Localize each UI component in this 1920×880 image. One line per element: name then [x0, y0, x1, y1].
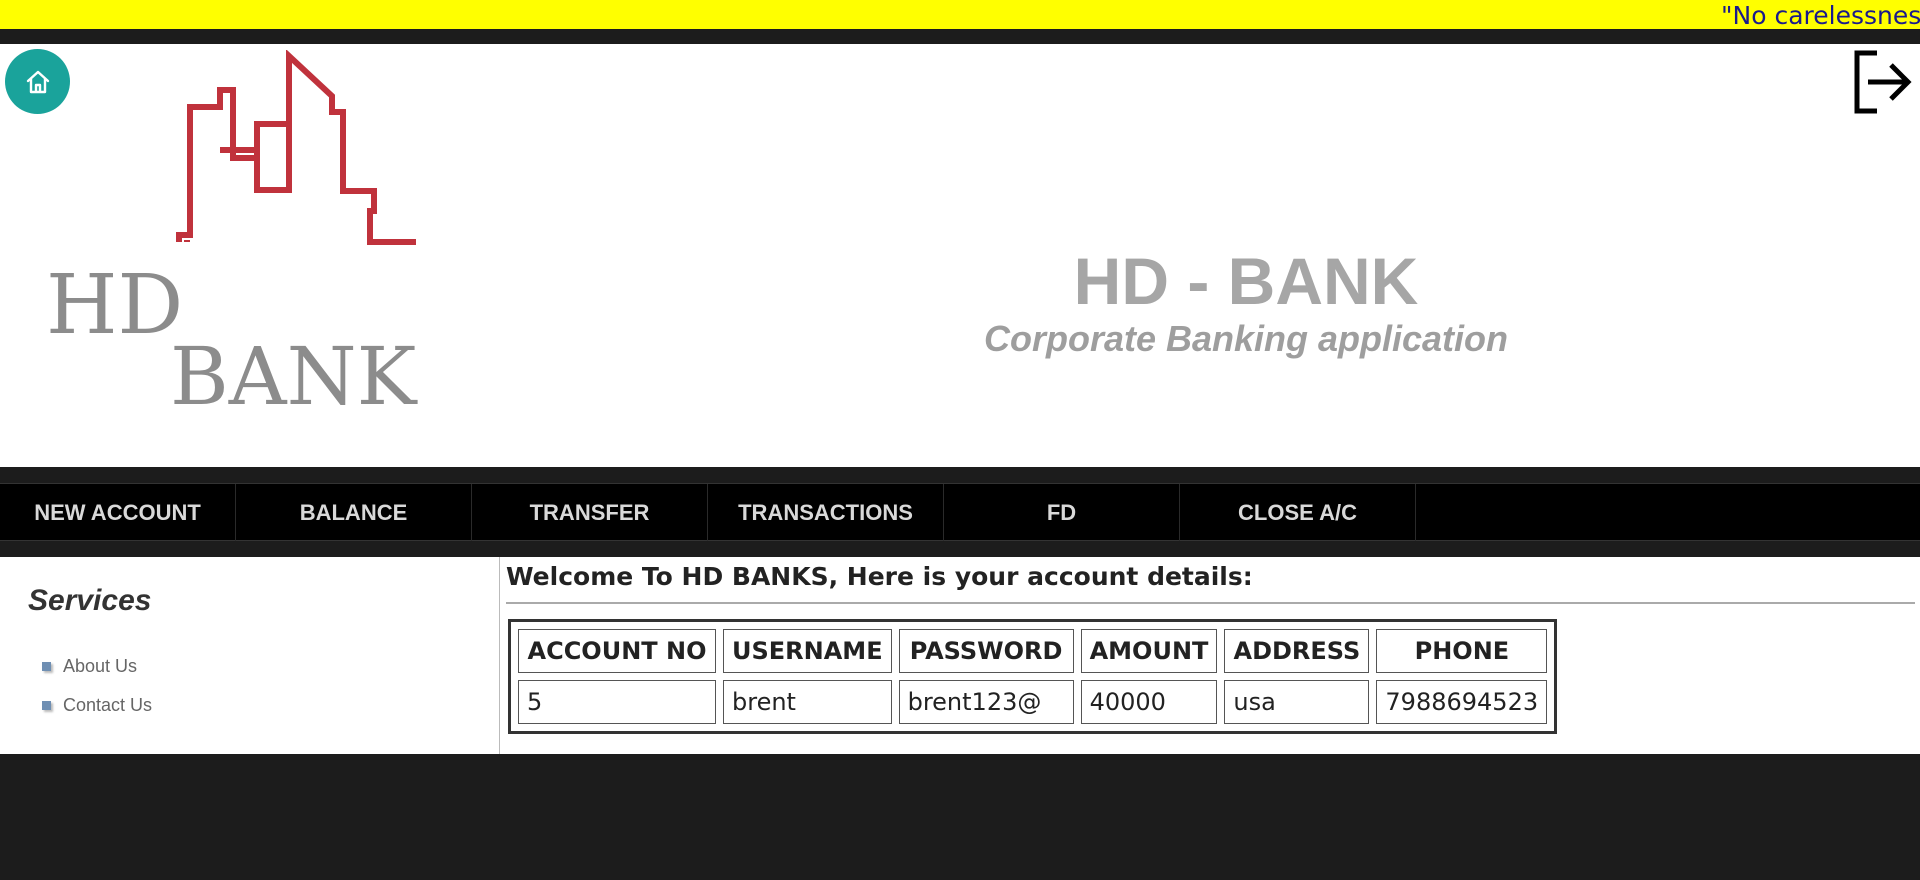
nav-transfer[interactable]: TRANSFER: [472, 484, 708, 541]
bank-logo: HD BANK: [46, 50, 418, 415]
cell-amount: 40000: [1080, 680, 1218, 724]
main-panel: Welcome To HD BANKS, Here is your accoun…: [501, 557, 1920, 754]
cell-phone: 7988694523: [1376, 680, 1548, 724]
announcement-marquee: "No carelessness: [0, 0, 1920, 29]
nav-fd[interactable]: FD: [944, 484, 1180, 541]
welcome-heading: Welcome To HD BANKS, Here is your accoun…: [506, 562, 1253, 591]
sidebar-item-label[interactable]: About Us: [63, 656, 137, 677]
header-address: ADDRESS: [1224, 629, 1370, 673]
header-account-no: ACCOUNT NO: [518, 629, 716, 673]
sidebar-item-label[interactable]: Contact Us: [63, 695, 152, 716]
logout-icon[interactable]: [1851, 49, 1913, 115]
marquee-text: "No carelessness: [1721, 1, 1920, 29]
sidebar: Services About Us Contact Us: [0, 557, 500, 754]
header-amount: AMOUNT: [1080, 629, 1218, 673]
header-username: USERNAME: [723, 629, 892, 673]
nav-transactions[interactable]: TRANSACTIONS: [708, 484, 944, 541]
table-header-row: ACCOUNT NO USERNAME PASSWORD AMOUNT ADDR…: [518, 629, 1548, 673]
cell-account-no: 5: [518, 680, 716, 724]
header-phone: PHONE: [1376, 629, 1548, 673]
bullet-icon: [42, 701, 51, 710]
page-title: HD - BANK: [1073, 244, 1419, 318]
sidebar-item-about-us[interactable]: About Us: [42, 656, 137, 677]
cell-username: brent: [723, 680, 892, 724]
cell-address: usa: [1224, 680, 1370, 724]
bullet-icon: [42, 662, 51, 671]
account-details-table: ACCOUNT NO USERNAME PASSWORD AMOUNT ADDR…: [508, 619, 1558, 734]
nav-close-account[interactable]: CLOSE A/C: [1180, 484, 1416, 541]
nav-balance[interactable]: BALANCE: [236, 484, 472, 541]
divider: [506, 602, 1915, 604]
content-area: Services About Us Contact Us Welcome To …: [0, 557, 1920, 754]
logo-text-bank: BANK: [170, 330, 418, 415]
sidebar-title: Services: [28, 584, 152, 617]
main-nav: NEW ACCOUNT BALANCE TRANSFER TRANSACTION…: [0, 483, 1920, 541]
logo-text-hd: HD: [46, 258, 183, 353]
sidebar-item-contact-us[interactable]: Contact Us: [42, 695, 152, 716]
header-password: PASSWORD: [898, 629, 1074, 673]
page-subtitle: Corporate Banking application: [983, 318, 1509, 359]
cell-password: brent123@: [898, 680, 1074, 724]
nav-new-account[interactable]: NEW ACCOUNT: [0, 484, 236, 541]
footer: [0, 754, 1920, 880]
header-divider: [0, 29, 1920, 44]
table-row: 5 brent brent123@ 40000 usa 7988694523: [518, 680, 1548, 724]
